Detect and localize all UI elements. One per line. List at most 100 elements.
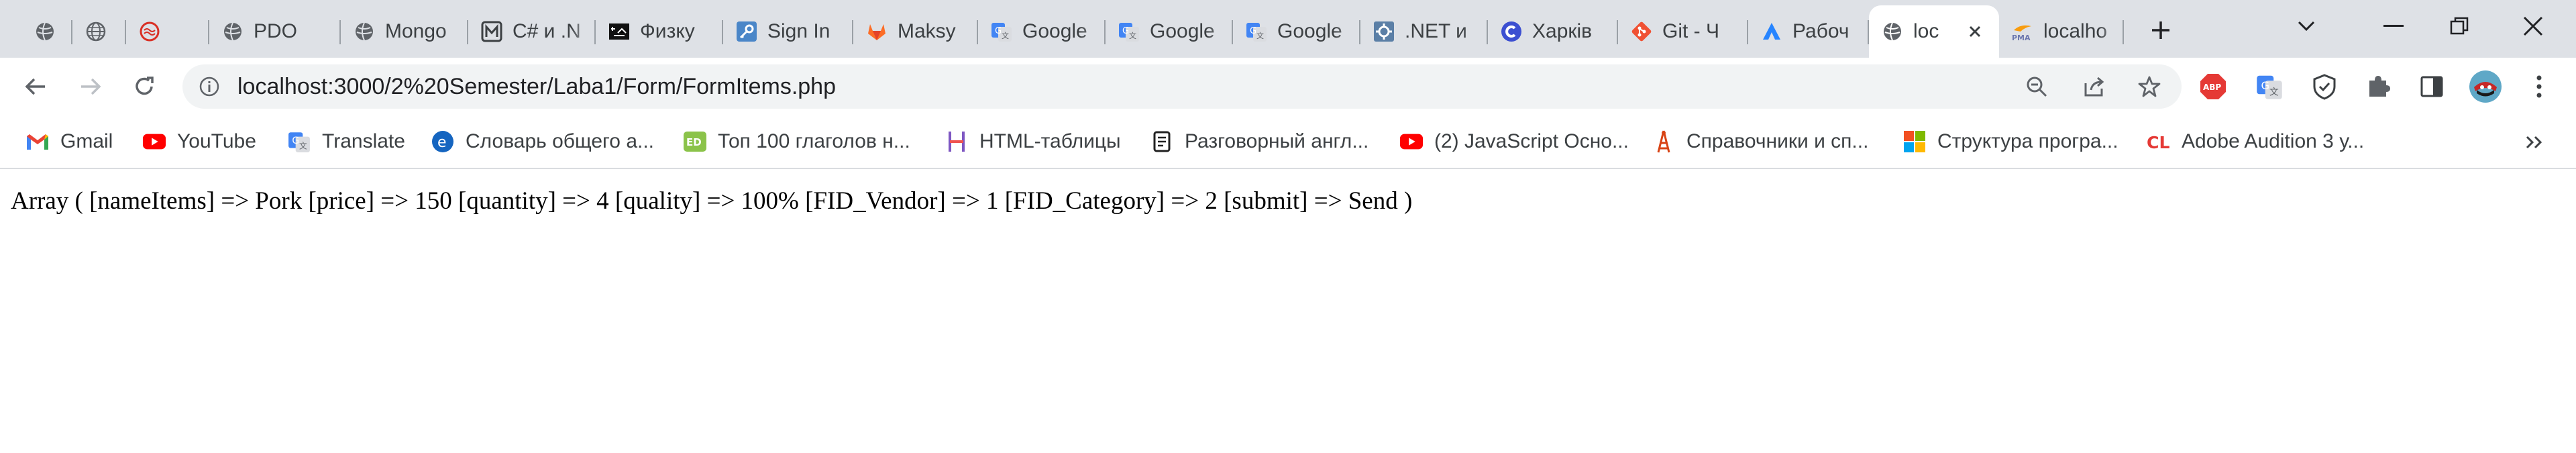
back-button[interactable] bbox=[19, 70, 52, 103]
globe-icon bbox=[34, 20, 56, 43]
microsoft-icon bbox=[1902, 130, 1927, 154]
tab-search-button[interactable] bbox=[2286, 9, 2326, 43]
svg-text:ED: ED bbox=[686, 136, 702, 148]
bookmark-translate[interactable]: G文 Translate bbox=[287, 126, 405, 157]
tab-title: C# и .N bbox=[513, 20, 581, 42]
svg-text:G: G bbox=[1122, 26, 1129, 36]
tab-12[interactable]: G文 Google bbox=[1233, 5, 1360, 58]
globe-icon bbox=[1881, 20, 1904, 43]
bookmark-label: HTML-таблицы bbox=[979, 130, 1121, 152]
tab-10[interactable]: G文 Google bbox=[978, 5, 1106, 58]
tab-title: Рабоч bbox=[1792, 20, 1849, 42]
tab-8[interactable]: Sign In bbox=[723, 5, 853, 58]
bookmark-label: Структура програ... bbox=[1937, 130, 2118, 152]
extensions-puzzle-icon[interactable] bbox=[2361, 70, 2395, 103]
tab-18[interactable]: PMA localho bbox=[1999, 5, 2124, 58]
bookmarks-bar: Gmail YouTube G文 Translate e Словарь общ… bbox=[0, 115, 2576, 169]
tab-title: Sign In bbox=[767, 20, 830, 42]
tab-title: Google bbox=[1150, 20, 1215, 42]
tab-title: PDO bbox=[254, 20, 298, 42]
profile-avatar[interactable] bbox=[2469, 70, 2502, 103]
globe-icon bbox=[353, 20, 376, 43]
ed-icon: ED bbox=[683, 130, 707, 154]
reload-button[interactable] bbox=[127, 70, 161, 103]
more-bookmarks-icon[interactable] bbox=[2520, 128, 2549, 157]
side-panel-icon[interactable] bbox=[2415, 70, 2449, 103]
tab-title: Google bbox=[1277, 20, 1342, 42]
bookmark-spoken-english[interactable]: Разговорный англ... bbox=[1150, 126, 1368, 157]
bookmark-javascript[interactable]: (2) JavaScript Осно... bbox=[1399, 126, 1629, 157]
tab-4[interactable]: PDO bbox=[209, 5, 341, 58]
tab-11[interactable]: G文 Google bbox=[1106, 5, 1233, 58]
bookmark-top-verbs[interactable]: ED Топ 100 глаголов н... bbox=[683, 126, 910, 157]
adblock-plus-icon[interactable]: ABP bbox=[2196, 70, 2230, 103]
site-info-icon[interactable] bbox=[197, 74, 221, 99]
new-tab-button[interactable] bbox=[2144, 13, 2178, 47]
close-tab-icon[interactable] bbox=[1963, 19, 1987, 44]
minimize-button[interactable] bbox=[2373, 9, 2414, 43]
tab-title: loc bbox=[1913, 20, 1939, 42]
svg-text:文: 文 bbox=[299, 142, 307, 151]
bookmark-program-structure[interactable]: Структура програ... bbox=[1902, 126, 2118, 157]
tab-16[interactable]: Рабоч bbox=[1748, 5, 1869, 58]
dark-site-icon bbox=[608, 20, 631, 43]
bookmark-references[interactable]: Справочники и сп... bbox=[1652, 126, 1868, 157]
tab-2[interactable] bbox=[72, 5, 126, 58]
bookmark-label: Топ 100 глаголов н... bbox=[718, 130, 910, 152]
bookmark-html-tables[interactable]: HTML-таблицы bbox=[945, 126, 1121, 157]
bookmark-label: Translate bbox=[322, 130, 405, 152]
gmail-icon bbox=[25, 130, 50, 154]
google-translate-icon[interactable]: G文 bbox=[2253, 70, 2286, 103]
tab-title: Mongo bbox=[385, 20, 447, 42]
e-logo-icon: e bbox=[431, 130, 455, 154]
google-translate-icon: G文 bbox=[990, 20, 1013, 43]
tower-icon bbox=[1652, 130, 1676, 154]
bookmark-youtube[interactable]: YouTube bbox=[142, 126, 256, 157]
browser-toolbar: localhost:3000/2%20Semester/Laba1/Form/F… bbox=[0, 58, 2576, 115]
tab-7[interactable]: Физку bbox=[596, 5, 723, 58]
gitlab-icon bbox=[865, 20, 888, 43]
tab-17-active[interactable]: loc bbox=[1869, 5, 1999, 58]
bookmark-dictionary[interactable]: e Словарь общего а... bbox=[431, 126, 654, 157]
tab-14[interactable]: Харків bbox=[1488, 5, 1618, 58]
shield-check-icon[interactable] bbox=[2308, 70, 2341, 103]
jira-icon bbox=[1760, 20, 1783, 43]
key-icon bbox=[735, 20, 758, 43]
url-text[interactable]: localhost:3000/2%20Semester/Laba1/Form/F… bbox=[237, 64, 836, 109]
tab-5[interactable]: Mongo bbox=[341, 5, 468, 58]
svg-text:ABP: ABP bbox=[2203, 83, 2221, 92]
share-icon[interactable] bbox=[2082, 74, 2106, 99]
h-logo-icon bbox=[945, 130, 969, 154]
svg-text:e: e bbox=[437, 134, 447, 151]
zoom-out-icon[interactable] bbox=[2025, 74, 2049, 99]
bookmark-adobe-audition[interactable]: CL Adobe Audition 3 у... bbox=[2147, 126, 2364, 157]
tab-9[interactable]: Maksy bbox=[853, 5, 978, 58]
bookmark-label: (2) JavaScript Осно... bbox=[1434, 130, 1629, 152]
tab-title: Харків bbox=[1532, 20, 1593, 42]
bookmark-star-icon[interactable] bbox=[2137, 74, 2161, 99]
bookmark-label: Справочники и сп... bbox=[1686, 130, 1869, 152]
google-translate-icon: G文 bbox=[287, 130, 311, 154]
tab-title: localho bbox=[2043, 20, 2108, 42]
tab-3[interactable] bbox=[126, 5, 209, 58]
svg-text:文: 文 bbox=[1129, 31, 1136, 40]
address-bar[interactable]: localhost:3000/2%20Semester/Laba1/Form/F… bbox=[182, 64, 2182, 109]
tab-title: Git - Ч bbox=[1662, 20, 1719, 42]
tab-15[interactable]: Git - Ч bbox=[1618, 5, 1748, 58]
chrome-menu-icon[interactable] bbox=[2522, 70, 2556, 103]
tab-title: Физку bbox=[640, 20, 695, 42]
svg-text:CL: CL bbox=[2147, 133, 2170, 152]
close-window-button[interactable] bbox=[2513, 9, 2553, 43]
scroll-icon bbox=[1150, 130, 1174, 154]
svg-text:文: 文 bbox=[2269, 87, 2279, 98]
restore-button[interactable] bbox=[2439, 9, 2479, 43]
gear-box-icon bbox=[1373, 20, 1395, 43]
tab-6[interactable]: C# и .N bbox=[468, 5, 596, 58]
tab-1[interactable] bbox=[21, 5, 72, 58]
cl-logo-icon: CL bbox=[2147, 130, 2171, 154]
bookmark-label: Adobe Audition 3 у... bbox=[2182, 130, 2365, 152]
tab-13[interactable]: .NET и bbox=[1360, 5, 1488, 58]
c-logo-icon bbox=[1500, 20, 1523, 43]
bookmark-gmail[interactable]: Gmail bbox=[25, 126, 113, 157]
forward-button[interactable] bbox=[74, 70, 107, 103]
